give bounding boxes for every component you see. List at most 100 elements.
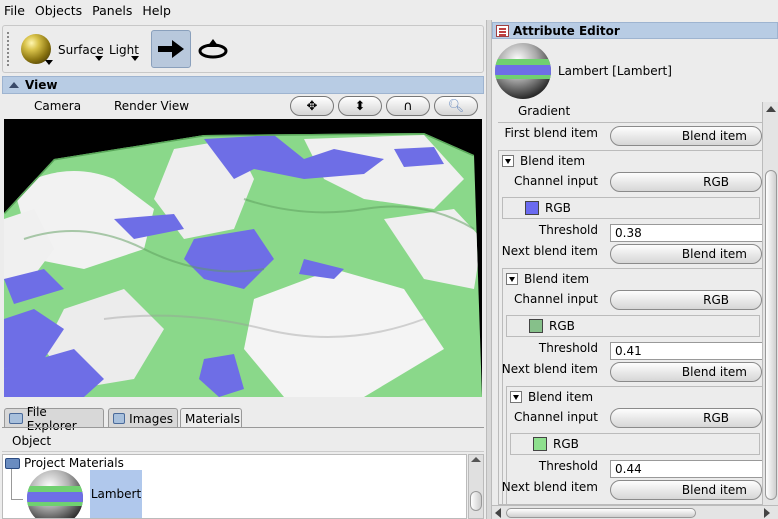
next-blend-item-label: Next blend item xyxy=(501,244,598,258)
tree-line xyxy=(11,499,23,500)
next-blend-item-button[interactable]: Blend item xyxy=(610,480,762,500)
select-tool-button[interactable] xyxy=(151,30,191,68)
material-preview xyxy=(494,42,552,100)
rotate-tool-button[interactable] xyxy=(195,32,231,66)
tab-images[interactable]: Images xyxy=(108,408,178,428)
pan-button[interactable]: ✥ xyxy=(290,96,334,116)
channel-input-label: Channel input xyxy=(514,292,598,306)
3d-viewport[interactable] xyxy=(4,119,482,397)
gradient-section[interactable]: Gradient xyxy=(500,104,570,118)
collapse-icon[interactable] xyxy=(9,82,19,88)
blend-item-3-header[interactable]: Blend item xyxy=(510,390,593,404)
terrain-render xyxy=(4,133,482,397)
chevron-down-icon[interactable] xyxy=(95,56,103,61)
menu-objects[interactable]: Objects xyxy=(35,3,82,18)
next-blend-item-label: Next blend item xyxy=(501,480,598,494)
rgb-row-3[interactable]: RGB xyxy=(510,433,760,455)
scroll-thumb[interactable] xyxy=(506,508,696,518)
menu-bar: File Objects Panels Help xyxy=(0,0,778,20)
folder-icon xyxy=(9,413,23,424)
image-icon xyxy=(113,413,126,424)
dolly-icon: ⬍ xyxy=(354,98,366,114)
threshold-label: Threshold xyxy=(538,223,598,237)
divider xyxy=(498,122,764,123)
color-swatch[interactable] xyxy=(525,201,539,215)
blend-item-2-header[interactable]: Blend item xyxy=(506,272,589,286)
tab-materials[interactable]: Materials xyxy=(180,408,242,428)
attribute-editor-hscrollbar[interactable] xyxy=(492,505,778,519)
lambert-material-item[interactable]: Lambert xyxy=(90,470,142,518)
next-blend-item-label: Next blend item xyxy=(501,362,598,376)
orbit-icon: ∩ xyxy=(403,98,413,114)
tab-file-explorer[interactable]: File Explorer xyxy=(4,405,104,433)
toolbar-grip[interactable] xyxy=(7,32,11,66)
attribute-editor-panel: Attribute Editor Lambert [Lambert] Gradi… xyxy=(492,22,778,519)
channel-input-label: Channel input xyxy=(514,174,598,188)
chevron-down-icon[interactable] xyxy=(45,60,53,65)
zoom-button[interactable]: 🔍︎ xyxy=(434,96,478,116)
menu-panels[interactable]: Panels xyxy=(92,3,132,18)
scroll-up-icon[interactable] xyxy=(471,457,481,462)
menu-help[interactable]: Help xyxy=(142,3,171,18)
collapse-icon[interactable] xyxy=(506,273,518,285)
threshold-input[interactable]: 0.38 xyxy=(610,224,764,242)
collapse-icon[interactable] xyxy=(502,155,514,167)
threshold-input[interactable]: 0.41 xyxy=(610,342,764,360)
object-header: Object xyxy=(2,430,484,452)
arrow-right-icon xyxy=(158,40,184,58)
list-icon xyxy=(496,24,509,37)
left-pane: Surface Light View Camera Render View ✥ … xyxy=(0,22,486,519)
first-blend-item-label: First blend item xyxy=(504,126,598,140)
magnifier-icon: 🔍︎ xyxy=(447,98,465,114)
scroll-left-icon[interactable] xyxy=(495,508,501,518)
rotate-icon xyxy=(198,39,228,59)
channel-input-dropdown[interactable]: RGB xyxy=(610,290,762,310)
light-menu[interactable]: Light xyxy=(109,43,139,57)
material-thumbnail[interactable] xyxy=(23,470,87,518)
scroll-thumb[interactable] xyxy=(470,491,482,511)
chevron-down-icon[interactable] xyxy=(131,56,139,61)
attribute-editor-body: Gradient First blend item Blend item Ble… xyxy=(498,102,764,505)
rgb-row-1[interactable]: RGB xyxy=(502,197,760,219)
next-blend-item-button[interactable]: Blend item xyxy=(610,244,762,264)
scroll-right-icon[interactable] xyxy=(764,508,770,518)
threshold-label: Threshold xyxy=(538,341,598,355)
material-sphere-icon xyxy=(27,470,83,518)
material-header: Lambert [Lambert] xyxy=(492,40,778,102)
scroll-thumb[interactable] xyxy=(765,170,777,500)
surface-menu[interactable]: Surface xyxy=(58,43,104,57)
material-sphere-icon xyxy=(495,43,551,99)
first-blend-item-button[interactable]: Blend item xyxy=(610,126,762,146)
dolly-button[interactable]: ⬍ xyxy=(338,96,382,116)
scroll-up-icon[interactable] xyxy=(766,106,776,112)
object-menu[interactable]: Object xyxy=(12,434,51,448)
move-icon: ✥ xyxy=(306,98,318,114)
collapse-icon[interactable] xyxy=(510,391,522,403)
toolbar: Surface Light xyxy=(2,25,484,73)
render-view-menu[interactable]: Render View xyxy=(114,99,189,113)
material-name: Lambert [Lambert] xyxy=(558,64,672,78)
channel-input-dropdown[interactable]: RGB xyxy=(610,408,762,428)
color-swatch[interactable] xyxy=(533,437,547,451)
camera-menu[interactable]: Camera xyxy=(34,99,81,113)
tree-line xyxy=(11,469,12,499)
color-swatch[interactable] xyxy=(529,319,543,333)
channel-input-label: Channel input xyxy=(514,410,598,424)
menu-file[interactable]: File xyxy=(4,3,25,18)
view-toolbar: Camera Render View ✥ ⬍ ∩ 🔍︎ xyxy=(2,94,484,118)
orbit-button[interactable]: ∩ xyxy=(386,96,430,116)
threshold-input[interactable]: 0.44 xyxy=(610,460,764,478)
tab-divider xyxy=(2,427,484,428)
rgb-row-2[interactable]: RGB xyxy=(506,315,760,337)
blend-item-1-header[interactable]: Blend item xyxy=(502,154,585,168)
tree-node-project-materials[interactable]: Project Materials xyxy=(5,456,124,470)
project-materials-tree[interactable]: Project Materials Lambert xyxy=(2,454,467,519)
materials-scrollbar[interactable] xyxy=(468,454,484,519)
channel-input-dropdown[interactable]: RGB xyxy=(610,172,762,192)
threshold-label: Threshold xyxy=(538,459,598,473)
folder-icon xyxy=(5,457,20,469)
view-panel-title: View xyxy=(2,76,484,94)
attribute-editor-vscrollbar[interactable] xyxy=(762,102,778,505)
next-blend-item-button[interactable]: Blend item xyxy=(610,362,762,382)
bottom-tabs: File Explorer Images Materials xyxy=(4,405,484,433)
